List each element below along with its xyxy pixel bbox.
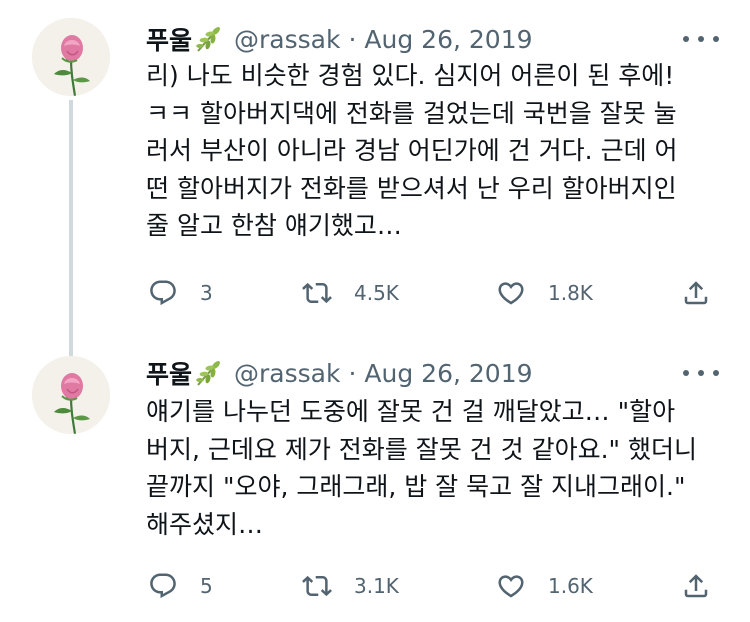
retweet-button[interactable]: 3.1K xyxy=(302,568,399,604)
tweet[interactable]: 푸울 @rassak · Aug 26, 2019 리) 나도 비슷한 경험 있… xyxy=(0,0,750,360)
reply-count: 5 xyxy=(200,574,213,598)
tweet-text: 리) 나도 비슷한 경험 있다. 심지어 어른이 된 후에! ㅋㅋ 할아버지댁에… xyxy=(146,57,726,245)
tweet-actions: 5 3.1K 1.6K xyxy=(146,568,726,604)
like-button[interactable]: 1.8K xyxy=(496,275,593,311)
tweet-text-line: 끝까지 "오야, 그래그래, 밥 잘 묵고 잘 지내그래이." xyxy=(146,472,686,501)
retweet-count: 4.5K xyxy=(354,281,399,305)
separator-dot: · xyxy=(348,358,357,388)
thread-connector-line xyxy=(69,100,73,360)
retweet-icon xyxy=(302,282,332,304)
retweet-icon xyxy=(302,575,332,597)
tweet[interactable]: 푸울 @rassak · Aug 26, 2019 얘기를 나누던 도중에 잘못… xyxy=(0,340,750,622)
tweet-text-line: 얘기를 나누던 도중에 잘못 건 걸 깨달았고… "할아 xyxy=(146,397,676,426)
reply-icon xyxy=(150,573,176,599)
avatar[interactable] xyxy=(32,18,110,96)
display-name[interactable]: 푸울 xyxy=(146,21,192,57)
tweet-text: 얘기를 나누던 도중에 잘못 건 걸 깨달았고… "할아 버지, 근데요 제가 … xyxy=(146,393,726,543)
avatar[interactable] xyxy=(32,356,110,434)
tweet-date[interactable]: Aug 26, 2019 xyxy=(364,25,532,54)
tweet-text-line: 리) 나도 비슷한 경험 있다. 심지어 어른이 된 후에! xyxy=(146,61,675,90)
share-icon xyxy=(684,574,708,598)
reply-icon xyxy=(150,280,176,306)
tweet-text-line: 떤 할아버지가 전화를 받으셔서 난 우리 할아버지인 xyxy=(146,173,677,203)
separator-dot: · xyxy=(348,24,357,54)
retweet-count: 3.1K xyxy=(354,574,399,598)
pink-rose-avatar-icon xyxy=(32,356,110,434)
pink-rose-avatar-icon xyxy=(32,18,110,96)
share-button[interactable] xyxy=(681,568,711,604)
like-count: 1.8K xyxy=(548,281,593,305)
tweet-text-line: ㅋㅋ 할아버지댁에 전화를 걸었는데 국번을 잘못 눌 xyxy=(146,98,677,128)
share-button[interactable] xyxy=(681,275,711,311)
like-button[interactable]: 1.6K xyxy=(496,568,593,604)
heart-icon xyxy=(498,575,524,598)
tweet-text-line: 줄 알고 한참 얘기했고… xyxy=(146,211,402,240)
tweet-text-line: 버지, 근데요 제가 전화를 잘못 건 것 같아요." 했더니 xyxy=(146,434,697,464)
like-count: 1.6K xyxy=(548,574,593,598)
user-handle[interactable]: @rassak xyxy=(234,25,340,54)
retweet-button[interactable]: 4.5K xyxy=(302,275,399,311)
user-handle[interactable]: @rassak xyxy=(234,359,340,388)
tweet-text-line: 해주셨지… xyxy=(146,509,264,539)
tweet-text-line: 러서 부산이 아니라 경남 어딘가에 건 거다. 근데 어 xyxy=(146,136,678,165)
reply-count: 3 xyxy=(200,281,213,305)
reply-button[interactable]: 5 xyxy=(148,568,213,604)
tweet-date[interactable]: Aug 26, 2019 xyxy=(364,359,532,388)
tweet-actions: 3 4.5K 1.8K xyxy=(146,275,726,311)
more-options-icon[interactable] xyxy=(683,29,719,49)
display-name[interactable]: 푸울 xyxy=(146,355,192,391)
herb-leaf-icon xyxy=(194,358,224,388)
more-options-icon[interactable] xyxy=(683,363,719,383)
herb-leaf-icon xyxy=(194,24,224,54)
tweet-header: 푸울 @rassak · Aug 26, 2019 xyxy=(146,356,533,390)
share-icon xyxy=(684,281,708,305)
heart-icon xyxy=(498,282,524,305)
tweet-header: 푸울 @rassak · Aug 26, 2019 xyxy=(146,22,533,56)
reply-button[interactable]: 3 xyxy=(148,275,213,311)
